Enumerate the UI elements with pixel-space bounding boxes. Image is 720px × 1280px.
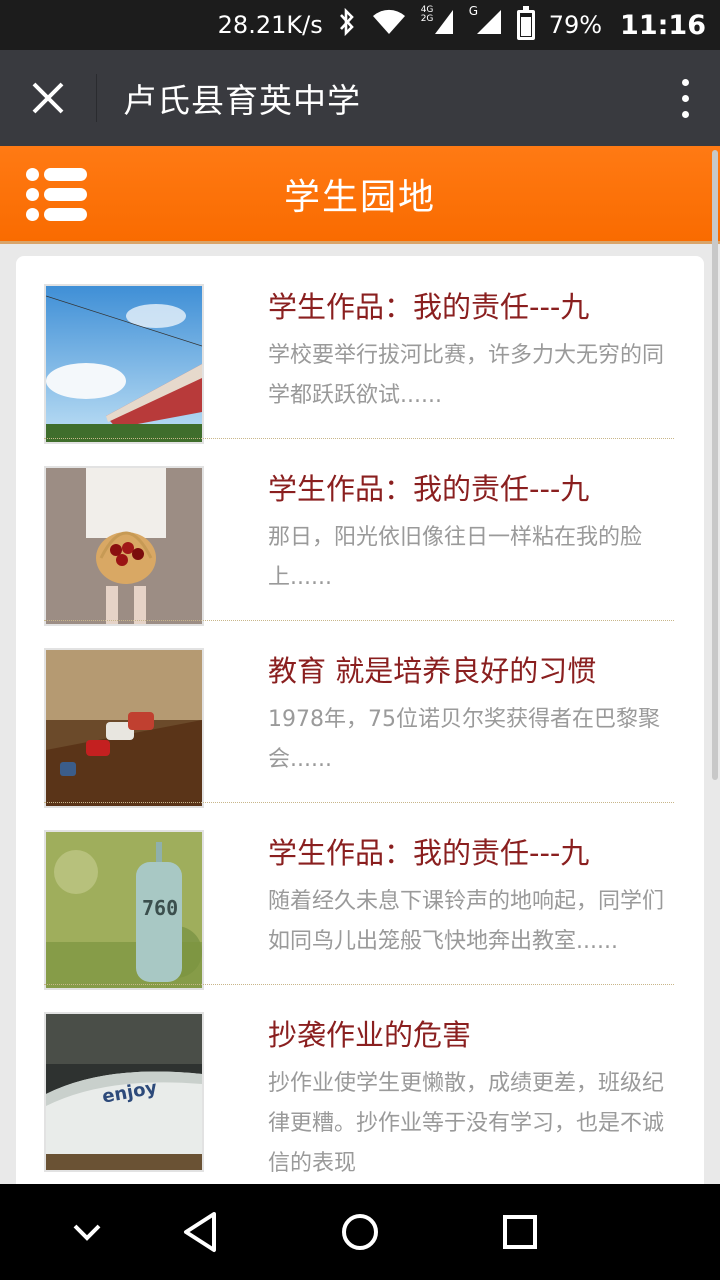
signal-letter: G [468,4,479,18]
status-bar: 28.21K/s 4G 2G G 79% 11:16 [0,0,720,50]
close-button[interactable] [0,50,96,146]
wifi-icon [371,8,407,42]
mailbox-photo: 760 [44,830,204,990]
page-title: 卢氏县育英中学 [123,81,361,120]
more-vert-icon[interactable] [650,50,720,146]
toy-cars-photo [44,648,204,808]
list-item[interactable]: enjoy 抄袭作业的危害 抄作业使学生更懒散，成绩更差，班级纪律更糟。抄作业等… [44,984,674,1194]
cell-signal-2-icon: G [469,4,503,42]
recents-icon[interactable] [490,1184,550,1280]
home-icon[interactable] [328,1184,392,1280]
article-list: 学生作品：我的责任---九 学校要举行拔河比赛，许多力大无穷的同学都跃跃欲试..… [16,256,704,1196]
article-summary: 随着经久未息下课铃声的地响起，同学们如同鸟儿出笼般飞快地奔出教室...... [268,889,665,954]
article-title: 学生作品：我的责任---九 [268,836,590,870]
cherry-basket-photo [44,466,204,626]
menu-icon[interactable] [26,166,90,224]
navigation-bar [0,1184,720,1280]
close-icon [32,82,64,114]
list-item[interactable]: 学生作品：我的责任---九 那日，阳光依旧像往日一样粘在我的脸上...... [44,438,674,626]
article-summary: 学校要举行拔河比赛，许多力大无穷的同学都跃跃欲试...... [268,343,665,408]
app-bar: 卢氏县育英中学 [0,50,720,146]
article-title: 教育 就是培养良好的习惯 [268,654,597,688]
back-icon[interactable] [170,1184,232,1280]
train-photo [44,284,204,444]
mailbox-number: 760 [142,896,179,920]
list-item[interactable]: 教育 就是培养良好的习惯 1978年，75位诺贝尔奖获得者在巴黎聚会...... [44,620,674,808]
collapse-chevron-icon[interactable] [60,1184,114,1280]
article-title: 学生作品：我的责任---九 [268,472,590,506]
section-title: 学生园地 [283,176,436,218]
article-summary: 1978年，75位诺贝尔奖获得者在巴黎聚会...... [268,707,660,772]
network-speed: 28.21K/s [217,11,323,39]
article-summary: 那日，阳光依旧像往日一样粘在我的脸上...... [268,525,643,590]
scrollbar[interactable] [712,150,718,780]
clock: 11:16 [620,9,706,41]
battery-icon [516,6,535,40]
cell-signal-icon: 4G 2G [420,5,455,42]
enjoy-mug-photo: enjoy [44,1012,204,1172]
network-type-label: 4G 2G [420,5,434,24]
list-item[interactable]: 学生作品：我的责任---九 学校要举行拔河比赛，许多力大无穷的同学都跃跃欲试..… [44,256,674,444]
article-title: 学生作品：我的责任---九 [268,290,590,324]
bluetooth-icon [337,7,357,43]
section-header: 学生园地 [0,146,720,244]
list-item[interactable]: 760 学生作品：我的责任---九 随着经久未息下课铃声的地响起，同学们如同鸟儿… [44,802,674,990]
article-summary: 抄作业使学生更懒散，成绩更差，班级纪律更糟。抄作业等于没有学习，也是不诚信的表现 [268,1071,665,1176]
battery-percent: 79% [548,11,603,39]
article-title: 抄袭作业的危害 [268,1018,472,1052]
